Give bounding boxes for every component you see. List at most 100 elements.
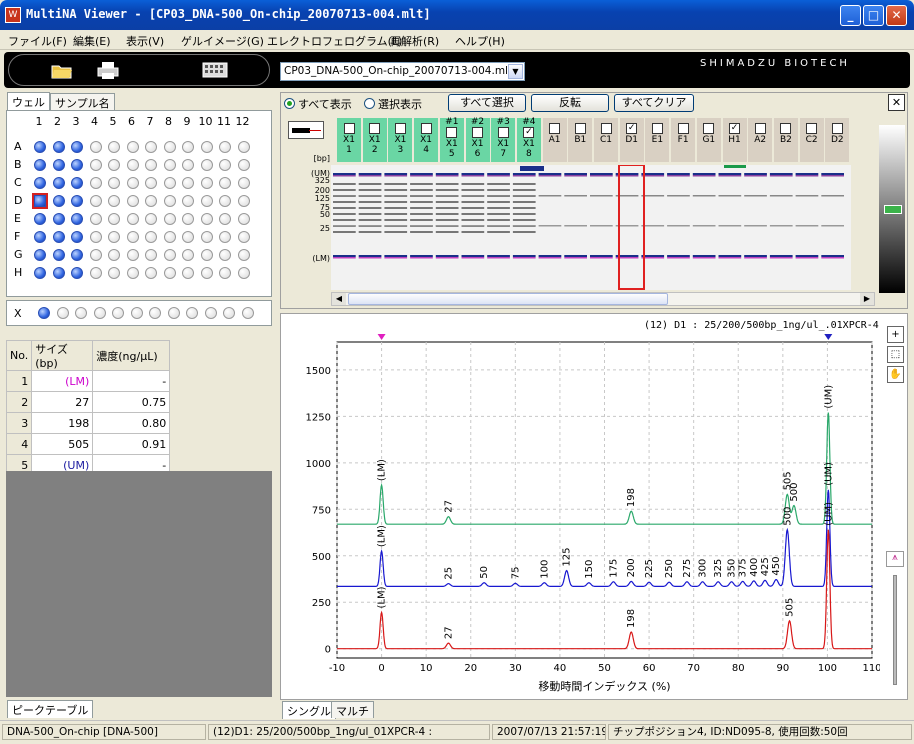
well-h5[interactable] [108, 267, 120, 279]
well-b9[interactable] [182, 159, 194, 171]
menu-electropherogram[interactable]: エレクトロフェログラム(L) [267, 33, 402, 49]
table-row[interactable]: 2 27 0.75 [5, 391, 171, 413]
well-f8[interactable] [163, 231, 176, 243]
well-h2[interactable] [52, 267, 65, 279]
lane-checkbox[interactable] [574, 123, 586, 134]
well-x11[interactable] [223, 307, 235, 319]
well-d3[interactable] [71, 195, 83, 207]
ladder-toggle-icon[interactable] [288, 121, 324, 139]
well-h12[interactable] [237, 267, 250, 279]
well-g6[interactable] [126, 249, 139, 261]
well-b11[interactable] [219, 159, 231, 171]
lane-checkbox[interactable] [600, 123, 612, 134]
well-x3[interactable] [75, 307, 87, 319]
lane-header-x12[interactable]: X1 2 [362, 118, 387, 162]
lane-checkbox[interactable] [343, 123, 355, 134]
maximize-button[interactable]: □ [863, 5, 884, 26]
lane-checkbox[interactable]: ✓ [729, 123, 740, 134]
close-icon[interactable]: ✕ [888, 94, 905, 111]
lane-header-d1[interactable]: ✓ D1 [619, 118, 644, 162]
well-f6[interactable] [126, 231, 139, 243]
well-f12[interactable] [237, 231, 250, 243]
well-g8[interactable] [163, 249, 176, 261]
well-h9[interactable] [182, 267, 194, 279]
well-d4[interactable] [89, 195, 102, 207]
table-row[interactable]: 1 (LM) - [5, 370, 171, 392]
well-g12[interactable] [237, 249, 250, 261]
lane-checkbox[interactable] [420, 123, 432, 134]
well-b10[interactable] [200, 159, 213, 171]
well-a2[interactable] [52, 141, 65, 153]
select-all-button[interactable]: すべて選択 [448, 94, 526, 112]
well-a11[interactable] [219, 141, 231, 153]
well-e11[interactable] [219, 213, 231, 225]
well-a10[interactable] [200, 141, 213, 153]
well-c10[interactable] [200, 177, 213, 189]
well-x12[interactable] [241, 307, 254, 319]
well-c9[interactable] [182, 177, 194, 189]
close-button[interactable]: ✕ [886, 5, 907, 26]
open-folder-icon[interactable] [50, 60, 74, 80]
well-a4[interactable] [89, 141, 102, 153]
well-c6[interactable] [126, 177, 139, 189]
keyboard-icon[interactable] [202, 62, 228, 78]
well-e12[interactable] [237, 213, 250, 225]
well-f5[interactable] [108, 231, 120, 243]
well-b12[interactable] [237, 159, 250, 171]
menu-help[interactable]: ヘルプ(H) [455, 33, 505, 49]
scroll-thumb[interactable] [348, 293, 668, 305]
well-g3[interactable] [71, 249, 83, 261]
print-icon[interactable] [96, 60, 120, 80]
vertical-zoom-slider[interactable] [893, 575, 897, 685]
radio-show-all[interactable]: すべて表示 [284, 96, 352, 112]
lane-header-x18[interactable]: #4 ✓ X1 8 [516, 117, 541, 162]
lane-header-f1[interactable]: F1 [671, 118, 696, 162]
menu-reanalysis[interactable]: 再解析(R) [390, 33, 439, 49]
well-b1[interactable] [34, 159, 46, 171]
well-a1[interactable] [34, 141, 46, 153]
well-x9[interactable] [186, 307, 198, 319]
lane-checkbox[interactable] [549, 123, 561, 134]
well-x10[interactable] [204, 307, 217, 319]
well-a5[interactable] [108, 141, 120, 153]
lane-checkbox[interactable] [472, 127, 483, 138]
lane-checkbox[interactable] [651, 123, 663, 134]
well-h1[interactable] [34, 267, 46, 279]
well-c1[interactable] [34, 177, 46, 189]
well-c12[interactable] [237, 177, 250, 189]
well-g5[interactable] [108, 249, 120, 261]
menu-file[interactable]: ファイル(F) [8, 33, 67, 49]
well-e8[interactable] [163, 213, 176, 225]
lane-header-h1[interactable]: ✓ H1 [722, 118, 747, 162]
radio-show-selected[interactable]: 選択表示 [364, 96, 422, 112]
well-h4[interactable] [89, 267, 102, 279]
lane-checkbox[interactable] [677, 123, 689, 134]
well-a12[interactable] [237, 141, 250, 153]
lane-checkbox[interactable]: ✓ [523, 127, 535, 138]
lane-header-x17[interactable]: #3 X1 7 [491, 117, 516, 162]
well-c7[interactable] [145, 177, 157, 189]
well-e4[interactable] [89, 213, 102, 225]
gel-image[interactable] [331, 165, 851, 290]
lane-header-b2[interactable]: B2 [773, 118, 798, 162]
well-f9[interactable] [182, 231, 194, 243]
lane-header-g1[interactable]: G1 [696, 118, 721, 162]
file-select[interactable]: CP03_DNA-500_On-chip_20070713-004.mlt ▼ [280, 62, 525, 81]
well-d7[interactable] [145, 195, 157, 207]
scroll-right-icon[interactable]: ▶ [860, 293, 874, 305]
menu-gel-image[interactable]: ゲルイメージ(G) [181, 33, 264, 49]
well-d11[interactable] [219, 195, 231, 207]
well-f7[interactable] [145, 231, 157, 243]
well-h6[interactable] [126, 267, 139, 279]
lane-header-b1[interactable]: B1 [568, 118, 593, 162]
well-e7[interactable] [145, 213, 157, 225]
zoom-box-icon[interactable]: ⬚ [887, 346, 904, 363]
lane-header-c2[interactable]: C2 [799, 118, 824, 162]
well-b5[interactable] [108, 159, 120, 171]
clear-all-button[interactable]: すべてクリア [614, 94, 694, 112]
slider-handle[interactable] [884, 205, 902, 214]
lane-checkbox[interactable] [369, 123, 381, 134]
well-d5[interactable] [108, 195, 120, 207]
well-e9[interactable] [182, 213, 194, 225]
tab-sample-name[interactable]: サンプル名 [50, 93, 115, 110]
